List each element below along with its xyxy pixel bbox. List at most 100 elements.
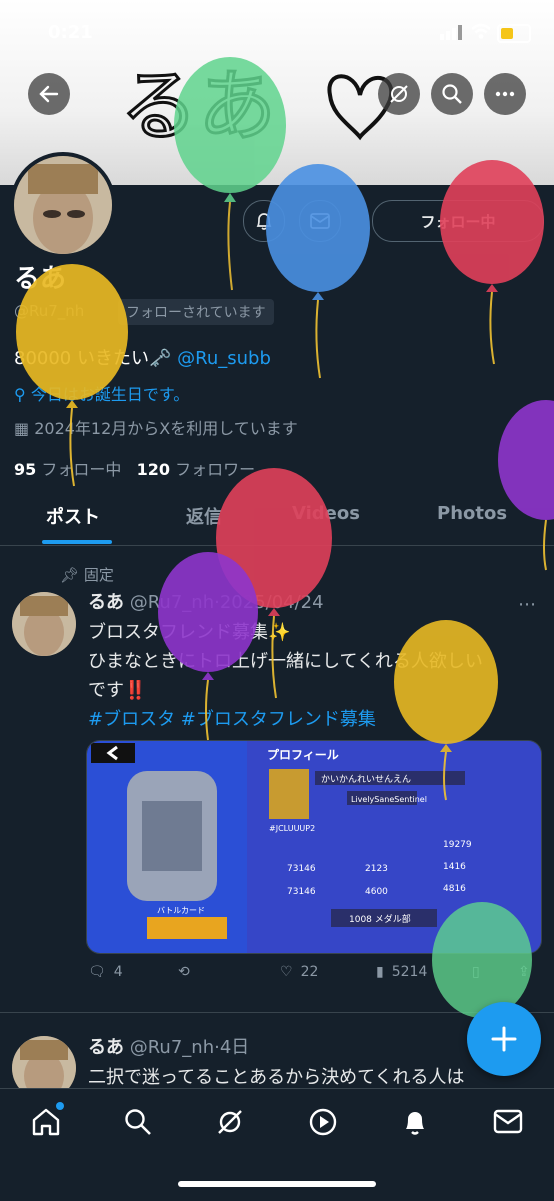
follow-stats: 95 フォロー中 120 フォロワー	[14, 456, 255, 480]
message-button[interactable]	[299, 200, 341, 242]
pin-icon: 📌︎	[60, 566, 80, 584]
notify-button[interactable]	[243, 200, 285, 242]
share-icon: ⇪	[518, 964, 530, 980]
repost-icon: ⟲	[178, 964, 190, 980]
media-stat2: 1416	[443, 862, 466, 872]
post-media-image[interactable]: プロフィール かいかんれいせんえん LivelySaneSentinel #JC…	[86, 740, 542, 954]
nav-grok[interactable]	[212, 1104, 248, 1140]
post-header: るあ @Ru7_nh·2025/04/24	[88, 592, 324, 613]
status-time: 0:21	[48, 22, 93, 43]
post-hashtags[interactable]: #ブロスタ #ブロスタフレンド募集	[88, 705, 538, 734]
nav-video[interactable]	[305, 1104, 341, 1140]
following-button[interactable]: フォロー中	[372, 200, 544, 242]
mail-icon	[310, 213, 330, 229]
avatar-image	[14, 156, 112, 254]
home-badge	[56, 1102, 64, 1110]
more-icon	[495, 91, 515, 97]
post-date[interactable]: 4日	[220, 1037, 249, 1058]
bookmark-button[interactable]: ▯	[472, 964, 480, 980]
birthday-line[interactable]: ⚲ 今日はお誕生日です。	[14, 381, 189, 405]
post-handle: @Ru7_nh	[129, 1037, 215, 1058]
tab-replies[interactable]: 返信	[186, 503, 222, 529]
views-icon: ▮	[376, 964, 384, 980]
media-player-name: かいかんれいせんえん	[321, 774, 411, 785]
views-button[interactable]: ▮ 5214	[376, 964, 427, 980]
search-icon	[442, 84, 462, 104]
balloon	[16, 264, 128, 487]
joined-line: ▦ 2024年12月からXを利用しています	[14, 415, 298, 439]
post-line: ブロスタフレンド募集✨	[88, 622, 291, 643]
tab-posts[interactable]: ポスト	[46, 503, 100, 529]
location-pin-icon: ⚲	[14, 385, 31, 404]
view-count: 5214	[391, 964, 428, 980]
battery-icon	[497, 24, 531, 43]
search-icon	[125, 1109, 151, 1135]
calendar-icon: ▦	[14, 419, 35, 438]
media-title: プロフィール	[267, 747, 339, 762]
share-button[interactable]: ⇪	[518, 964, 530, 980]
bell-icon	[406, 1112, 424, 1135]
media-trophy: 73146	[287, 864, 316, 874]
grok-button[interactable]	[378, 73, 420, 115]
grok-icon	[218, 1110, 242, 1134]
post-line: ひまなときにトロ上げ一緒にしてくれる人欲しい	[88, 651, 483, 672]
profile-bio: 80000 いきたい🗝️ @Ru_subb	[14, 344, 271, 370]
pinned-label: 固定	[83, 566, 114, 584]
media-rank2: 4600	[365, 887, 388, 897]
post-author[interactable]: るあ	[88, 592, 124, 613]
grok-icon	[390, 85, 408, 103]
post-more-button[interactable]: ⋯	[518, 594, 536, 615]
birthday-text: 今日はお誕生日です。	[30, 385, 190, 404]
banner-scribble: るあ	[120, 61, 394, 154]
nav-home[interactable]	[28, 1102, 64, 1140]
balloon	[440, 160, 544, 365]
signal-icon	[440, 24, 466, 44]
profile-handle: @Ru7_nh	[14, 302, 85, 320]
bookmark-icon: ▯	[472, 964, 480, 980]
wifi-icon	[470, 22, 492, 44]
repost-button[interactable]: ⟲	[178, 964, 190, 980]
media-player-id: LivelySaneSentinel	[351, 795, 427, 804]
nav-messages[interactable]	[490, 1104, 526, 1140]
reply-icon: 🗨︎	[88, 964, 106, 980]
media-stat1: 19279	[443, 840, 472, 850]
media-battle-card: バトルカード	[157, 906, 205, 915]
followers-count: 120	[136, 460, 171, 479]
bio-link[interactable]: @Ru_subb	[177, 348, 271, 369]
nav-search[interactable]	[120, 1104, 156, 1140]
post-date[interactable]: 2025/04/24	[220, 592, 324, 613]
pinned-row: 📌︎ 固定	[60, 564, 114, 585]
mail-icon	[493, 1109, 523, 1134]
tab-photos[interactable]: Photos	[437, 503, 507, 524]
post-avatar[interactable]	[12, 592, 76, 656]
following-link[interactable]: 95 フォロー中	[14, 460, 121, 479]
profile-avatar[interactable]	[10, 152, 116, 258]
post-author[interactable]: るあ	[88, 1037, 124, 1058]
bell-plus-icon	[256, 213, 272, 230]
back-button[interactable]	[28, 73, 70, 115]
heart-icon: ♡	[280, 964, 293, 980]
media-tag: #JCLUUUP2	[269, 824, 315, 833]
compose-button[interactable]	[467, 1002, 541, 1076]
followers-link[interactable]: 120 フォロワー	[137, 460, 256, 479]
reply-button[interactable]: 🗨︎ 4	[88, 964, 123, 980]
tab-divider	[0, 545, 554, 546]
reply-count: 4	[113, 964, 123, 980]
post-divider	[0, 1012, 554, 1013]
more-icon: ⋯	[518, 594, 536, 615]
play-icon	[309, 1108, 337, 1136]
scribble-text: るあ	[120, 62, 276, 152]
media-club: 1008 メダル部	[349, 913, 411, 925]
home-indicator	[178, 1181, 376, 1187]
game-screenshot: プロフィール かいかんれいせんえん LivelySaneSentinel #JC…	[87, 741, 541, 953]
follows-you-badge: フォローされています	[118, 299, 274, 325]
search-button[interactable]	[431, 73, 473, 115]
more-button[interactable]	[484, 73, 526, 115]
nav-notifications[interactable]	[397, 1104, 433, 1140]
arrow-left-icon	[39, 85, 59, 103]
like-button[interactable]: ♡ 22	[280, 964, 318, 980]
like-count: 22	[300, 964, 319, 980]
post-handle: @Ru7_nh	[129, 592, 215, 613]
media-stat3: 4816	[443, 884, 466, 894]
tab-videos[interactable]: Videos	[292, 503, 360, 524]
